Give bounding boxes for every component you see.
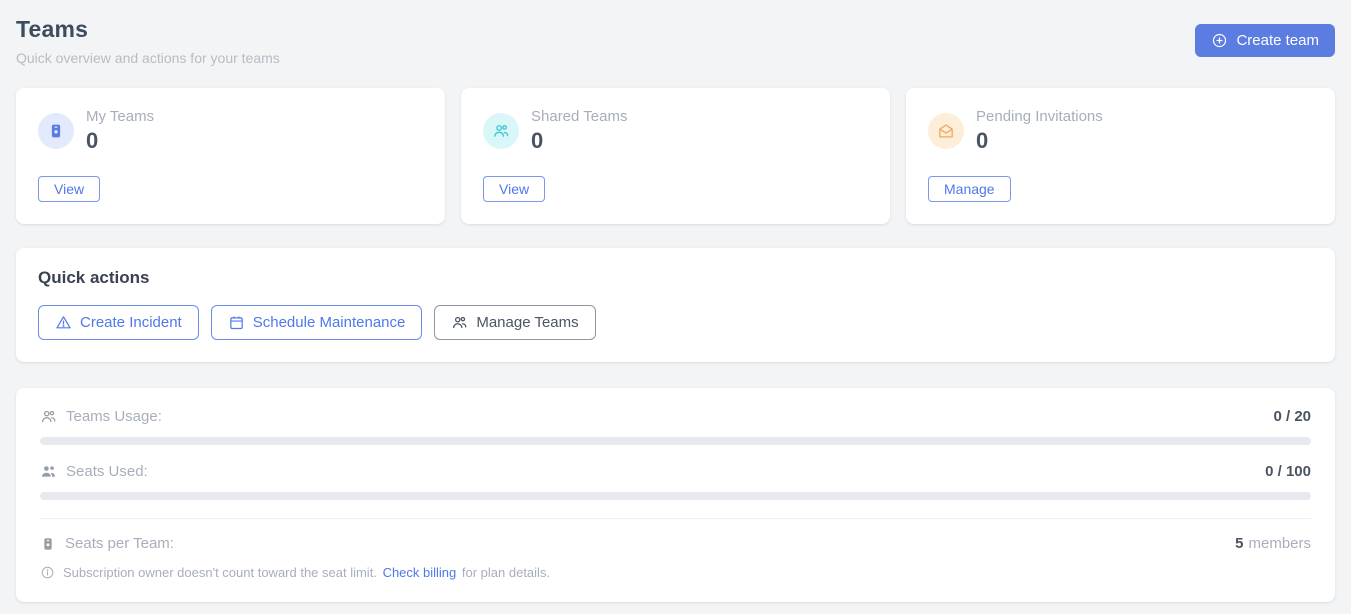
stat-label: Shared Teams [531, 108, 627, 125]
stat-value: 0 [976, 128, 1103, 154]
note-prefix: Subscription owner doesn't count toward … [63, 565, 377, 580]
badge-icon [38, 113, 74, 149]
users-outline-icon [40, 408, 57, 425]
users-filled-icon [40, 463, 57, 480]
page-title: Teams [16, 16, 280, 43]
schedule-maintenance-button[interactable]: Schedule Maintenance [211, 305, 423, 340]
badge-icon [40, 536, 56, 552]
stat-card-my-teams: My Teams 0 View [16, 88, 445, 224]
divider [40, 518, 1311, 519]
quick-actions-card: Quick actions Create Incident Schedule M… [16, 248, 1335, 362]
mail-open-icon [928, 113, 964, 149]
teams-page: Teams Quick overview and actions for you… [0, 0, 1351, 602]
stat-label: My Teams [86, 108, 154, 125]
stat-value: 0 [531, 128, 627, 154]
seats-used-row: Seats Used: 0 / 100 [40, 463, 1311, 480]
manage-invitations-button[interactable]: Manage [928, 176, 1011, 202]
teams-usage-label: Teams Usage: [66, 408, 162, 425]
warning-icon [55, 314, 72, 331]
check-billing-link[interactable]: Check billing [383, 565, 457, 580]
teams-usage-row: Teams Usage: 0 / 20 [40, 408, 1311, 425]
stats-row: My Teams 0 View Shared Teams 0 View [16, 88, 1335, 224]
info-icon [40, 565, 55, 580]
create-incident-button[interactable]: Create Incident [38, 305, 199, 340]
usage-card: Teams Usage: 0 / 20 Seats Used: 0 / 100 … [16, 388, 1335, 602]
seats-per-team-label: Seats per Team: [65, 535, 174, 552]
note-suffix: for plan details. [462, 565, 550, 580]
plus-circle-icon [1211, 32, 1228, 49]
create-team-label: Create team [1236, 32, 1319, 49]
users-icon [483, 113, 519, 149]
page-header: Teams Quick overview and actions for you… [16, 16, 1335, 66]
view-shared-teams-button[interactable]: View [483, 176, 545, 202]
page-subtitle: Quick overview and actions for your team… [16, 50, 280, 66]
stat-label: Pending Invitations [976, 108, 1103, 125]
page-header-text: Teams Quick overview and actions for you… [16, 16, 280, 66]
calendar-icon [228, 314, 245, 331]
quick-actions-title: Quick actions [38, 268, 1313, 288]
stat-card-pending-invitations: Pending Invitations 0 Manage [906, 88, 1335, 224]
stat-value: 0 [86, 128, 154, 154]
stat-card-shared-teams: Shared Teams 0 View [461, 88, 890, 224]
teams-usage-value: 0 / 20 [1273, 408, 1311, 425]
manage-teams-button[interactable]: Manage Teams [434, 305, 595, 340]
users-icon [451, 314, 468, 331]
create-team-button[interactable]: Create team [1195, 24, 1335, 57]
seat-limit-note: Subscription owner doesn't count toward … [40, 565, 1311, 580]
seats-per-team-row: Seats per Team: 5members [40, 535, 1311, 552]
view-my-teams-button[interactable]: View [38, 176, 100, 202]
seats-used-label: Seats Used: [66, 463, 148, 480]
teams-usage-progressbar [40, 437, 1311, 445]
seats-used-progressbar [40, 492, 1311, 500]
seats-per-team-value: 5members [1235, 535, 1311, 552]
seats-used-value: 0 / 100 [1265, 463, 1311, 480]
